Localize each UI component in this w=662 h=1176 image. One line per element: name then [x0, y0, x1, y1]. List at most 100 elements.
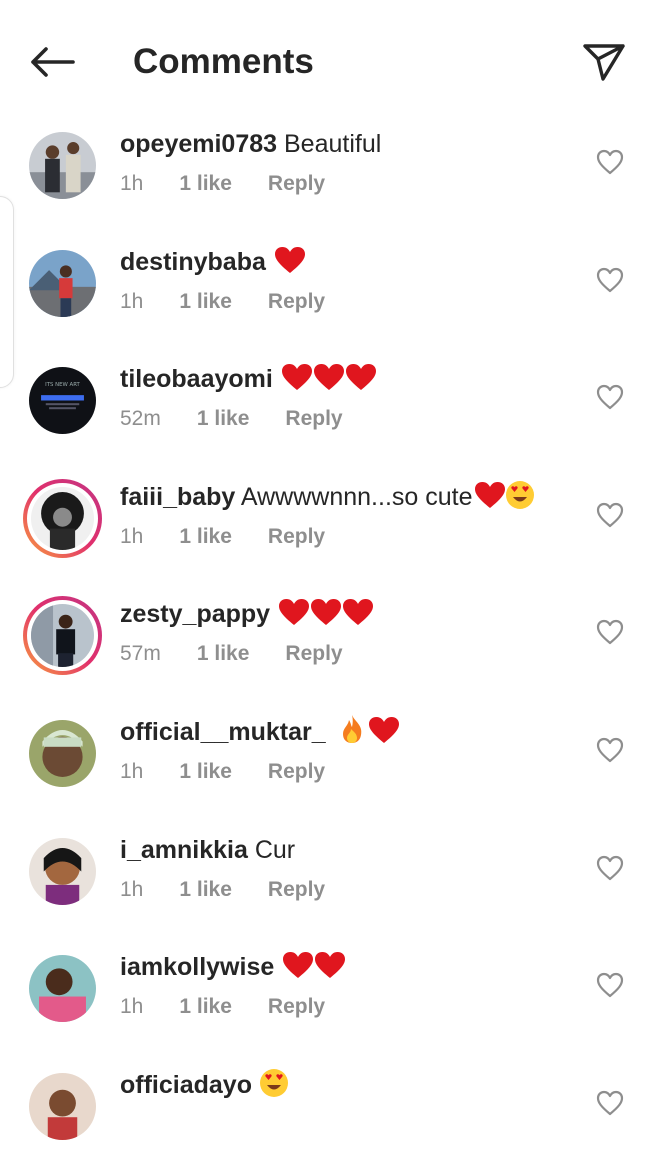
heart-outline-icon [596, 620, 624, 645]
like-button[interactable] [596, 383, 624, 411]
comment-item: zesty_pappy 57m 1 like Reply [0, 588, 662, 706]
comment-username[interactable]: iamkollywise [120, 953, 274, 981]
page-title: Comments [133, 42, 314, 81]
red-heart-emoji [345, 364, 376, 391]
like-button[interactable] [596, 148, 624, 176]
comment-emoji [277, 599, 374, 628]
comment-item: i_amnikkia Cur 1h 1 like Reply [0, 824, 662, 942]
avatar[interactable] [29, 1072, 96, 1140]
share-button[interactable] [578, 36, 630, 88]
avatar[interactable]: ITS NEW ART [29, 367, 96, 435]
like-button[interactable] [596, 854, 624, 882]
heart-outline-icon [596, 267, 624, 292]
reply-button[interactable]: Reply [268, 758, 325, 786]
comment-time: 1h [120, 877, 144, 901]
comment-emoji [273, 246, 305, 276]
avatar[interactable] [23, 596, 102, 676]
comment-time: 52m [120, 407, 161, 431]
heart-outline-icon [596, 855, 624, 880]
comment-line: i_amnikkia Cur [120, 832, 295, 868]
comment-line: opeyemi0783 Beautiful [120, 126, 381, 162]
avatar[interactable] [29, 955, 96, 1023]
arrow-left-icon [31, 47, 75, 77]
comment-time: 1h [120, 172, 144, 195]
like-button[interactable] [596, 736, 624, 764]
comment-item: opeyemi0783 Beautiful 1h 1 like Reply [0, 118, 662, 236]
comment-likes[interactable]: 1 like [197, 405, 250, 433]
comment-item: faiii_baby Awwwwnnn...so cute 1h 1 like Rep… [0, 471, 662, 589]
reply-button[interactable]: Reply [268, 523, 325, 551]
reply-button[interactable]: Reply [268, 288, 325, 316]
like-button[interactable] [596, 1089, 624, 1117]
reply-button[interactable]: Reply [268, 170, 325, 198]
heart-eyes-face-emoji [259, 1068, 288, 1097]
avatar[interactable] [29, 132, 96, 199]
comment-username[interactable]: opeyemi0783 [120, 130, 277, 158]
reply-button[interactable]: Reply [285, 640, 342, 668]
comment-time: 1h [120, 995, 144, 1019]
back-button[interactable] [26, 40, 78, 84]
avatar[interactable] [23, 478, 102, 558]
comment-line: faiii_baby Awwwwnnn...so cute [120, 479, 535, 515]
comment-emoji [259, 1068, 289, 1099]
red-heart-emoji [313, 364, 344, 391]
comment-likes[interactable]: 1 like [179, 170, 232, 198]
reply-button[interactable]: Reply [268, 993, 325, 1021]
comment-username[interactable]: i_amnikkia [120, 836, 248, 864]
comment-likes[interactable]: 1 like [197, 640, 250, 668]
comment-item: official__muktar_ 1h 1 like Reply [0, 706, 662, 824]
heart-outline-icon [596, 973, 624, 998]
comment-likes[interactable]: 1 like [179, 758, 232, 786]
comment-username[interactable]: destinybaba [120, 248, 266, 276]
comment-username[interactable]: zesty_pappy [120, 600, 270, 628]
comment-meta: 57m 1 like Reply [120, 640, 343, 668]
comments-header: Comments [0, 0, 662, 120]
comment-item: destinybaba 1h 1 like Reply [0, 236, 662, 354]
comment-emoji [281, 952, 346, 981]
comment-meta: 1h 1 like Reply [120, 758, 325, 786]
comment-username[interactable]: faiii_baby [120, 483, 235, 511]
comments-list: opeyemi0783 Beautiful 1h 1 like Reply destin… [0, 118, 662, 1176]
red-heart-emoji [279, 599, 310, 626]
heart-outline-icon [596, 385, 624, 410]
heart-eyes-face-emoji [505, 480, 534, 509]
comment-time: 1h [120, 524, 144, 548]
comment-meta: 1h 1 like Reply [120, 170, 325, 198]
comment-emoji [280, 364, 376, 393]
avatar[interactable] [29, 837, 96, 905]
comment-likes[interactable]: 1 like [179, 523, 232, 551]
comment-meta: 1h 1 like Reply [120, 876, 325, 904]
svg-text:ITS NEW ART: ITS NEW ART [45, 382, 80, 388]
reply-button[interactable]: Reply [268, 876, 325, 904]
red-heart-emoji [368, 716, 399, 743]
comment-line: tileobaayomi [120, 361, 376, 397]
avatar[interactable] [29, 719, 96, 787]
red-heart-emoji [315, 952, 346, 979]
comment-username[interactable]: tileobaayomi [120, 365, 273, 393]
red-heart-emoji [274, 246, 305, 273]
heart-outline-icon [596, 502, 624, 527]
red-heart-emoji [474, 481, 505, 508]
like-button[interactable] [596, 501, 624, 529]
heart-outline-icon [596, 737, 624, 763]
heart-outline-icon [596, 1090, 624, 1115]
like-button[interactable] [596, 971, 624, 999]
comment-likes[interactable]: 1 like [179, 876, 232, 904]
red-heart-emoji [311, 599, 342, 626]
comment-username[interactable]: official__muktar_ [120, 718, 326, 746]
comment-likes[interactable]: 1 like [179, 288, 232, 316]
comment-line: iamkollywise [120, 949, 346, 985]
reply-button[interactable]: Reply [285, 405, 342, 433]
like-button[interactable] [596, 266, 624, 294]
comment-username[interactable]: officiadayo [120, 1071, 252, 1099]
red-heart-emoji [281, 364, 312, 391]
comment-likes[interactable]: 1 like [179, 993, 232, 1021]
like-button[interactable] [596, 618, 624, 646]
avatar[interactable] [29, 249, 96, 317]
comment-text: Beautiful [284, 130, 382, 158]
heart-outline-icon [596, 149, 624, 175]
comment-text: Awwwwnnn...so cute [240, 482, 473, 511]
comment-line: official__muktar_ [120, 714, 399, 750]
comment-line: officiadayo [120, 1067, 289, 1103]
comment-line: zesty_pappy [120, 596, 374, 632]
